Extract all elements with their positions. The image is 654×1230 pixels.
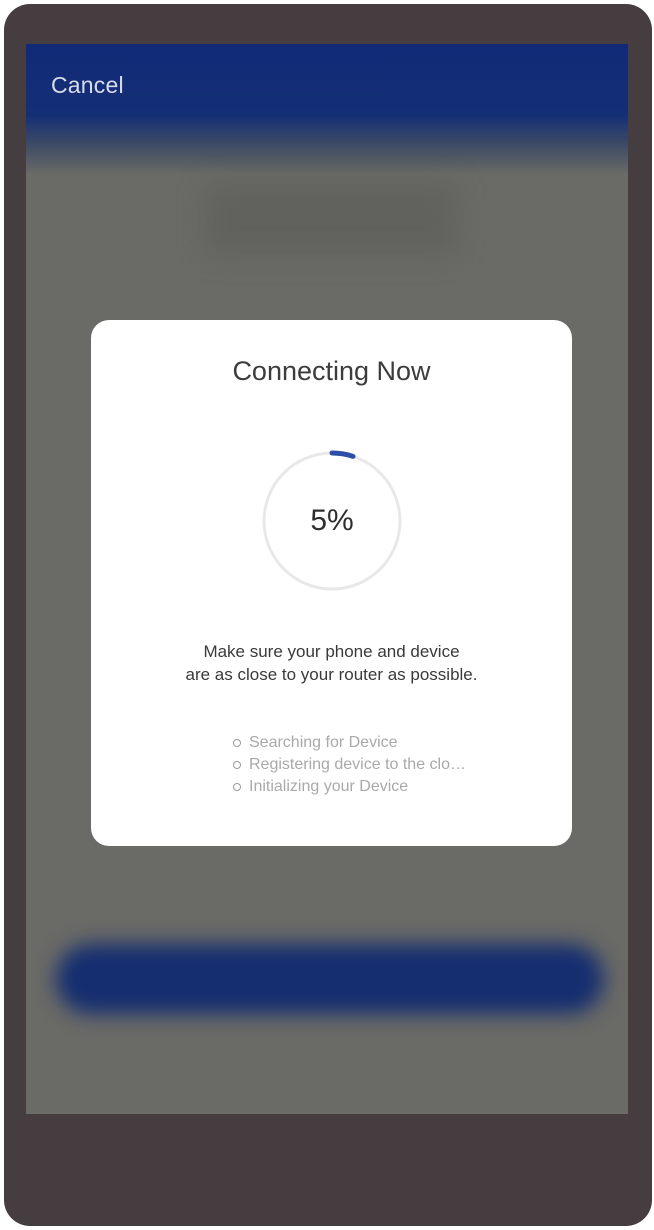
progress-percent: 5% bbox=[310, 504, 354, 537]
empty-circle-icon bbox=[233, 783, 241, 791]
empty-circle-icon bbox=[233, 739, 241, 747]
proximity-hint: Make sure your phone and device are as c… bbox=[91, 640, 572, 686]
dialog-title: Connecting Now bbox=[232, 356, 431, 386]
step-label: Registering device to the clo… bbox=[249, 756, 466, 773]
phone-frame: Cancel Connecting Now 5% Make sure your … bbox=[4, 4, 652, 1226]
blurred-background-content bbox=[206, 184, 456, 254]
step-item: Searching for Device bbox=[233, 732, 466, 754]
step-item: Registering device to the clo… bbox=[233, 754, 466, 776]
step-label: Searching for Device bbox=[249, 734, 398, 751]
step-label: Initializing your Device bbox=[249, 778, 409, 795]
empty-circle-icon bbox=[233, 761, 241, 769]
connecting-dialog: Connecting Now 5% Make sure your phone a… bbox=[91, 320, 572, 846]
hint-line-1: Make sure your phone and device bbox=[203, 642, 460, 661]
header-bar bbox=[26, 44, 628, 174]
connection-steps: Searching for Device Registering device … bbox=[233, 732, 466, 798]
progress-ring: 5% bbox=[261, 450, 403, 592]
step-item: Initializing your Device bbox=[233, 776, 466, 798]
blurred-primary-button bbox=[56, 944, 604, 1014]
cancel-button[interactable]: Cancel bbox=[51, 72, 124, 99]
hint-line-2: are as close to your router as possible. bbox=[185, 665, 478, 684]
